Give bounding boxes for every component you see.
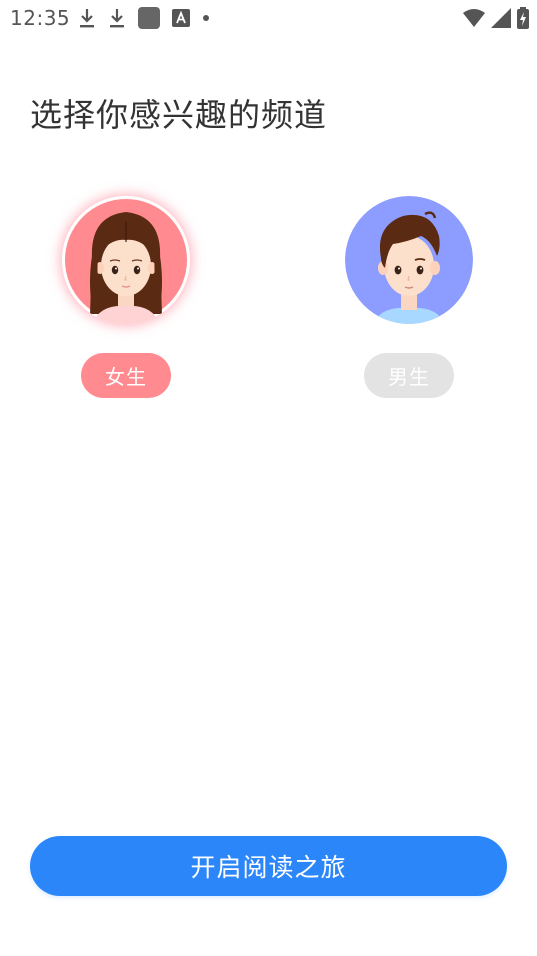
female-avatar-icon[interactable]	[62, 196, 190, 324]
channel-pill-male[interactable]: 男生	[364, 353, 454, 398]
wifi-icon	[463, 9, 485, 27]
app-square-icon	[138, 7, 160, 29]
text-a-icon	[172, 9, 190, 27]
notification-icons	[78, 6, 222, 30]
download-icon	[78, 7, 96, 29]
status-time: 12:35	[10, 6, 71, 30]
status-bar: 12:35	[0, 0, 537, 36]
start-reading-button[interactable]: 开启阅读之旅	[30, 836, 507, 896]
channel-option-male[interactable]: 男生	[344, 196, 474, 406]
channel-option-female[interactable]: 女生	[61, 196, 191, 406]
battery-charging-icon	[517, 7, 529, 29]
dot-icon	[202, 14, 210, 22]
system-icons	[457, 6, 529, 30]
male-avatar-icon[interactable]	[345, 196, 473, 324]
cell-signal-icon	[491, 8, 511, 28]
channel-pill-female[interactable]: 女生	[81, 353, 171, 398]
page-title: 选择你感兴趣的频道	[30, 96, 328, 134]
download-icon	[108, 7, 126, 29]
